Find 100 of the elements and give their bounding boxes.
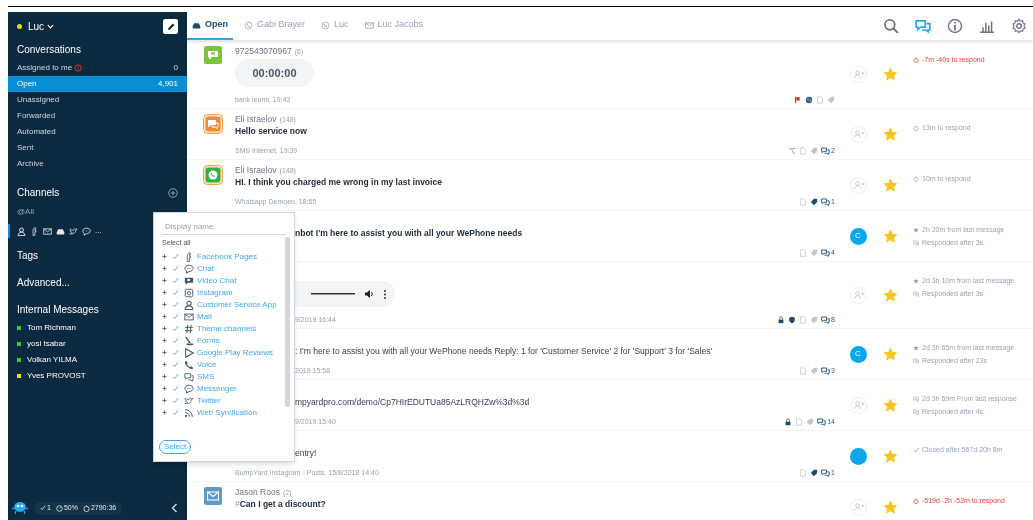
settings-icon[interactable] bbox=[1011, 18, 1027, 34]
section-heading: Internal Messages bbox=[17, 303, 99, 317]
tab[interactable]: Gabi Brayer bbox=[239, 12, 311, 40]
progress-line[interactable] bbox=[311, 292, 355, 296]
assign-user-icon[interactable] bbox=[849, 66, 867, 83]
plus-icon[interactable] bbox=[162, 386, 167, 391]
user-menu[interactable]: Luc bbox=[28, 19, 55, 34]
select-button[interactable]: Select bbox=[159, 440, 192, 454]
tab[interactable]: Luc Jacobs bbox=[359, 12, 429, 40]
user-name[interactable]: yosi tsabar bbox=[27, 338, 66, 350]
channel-option[interactable]: Forms bbox=[197, 334, 220, 347]
assign-user-icon[interactable] bbox=[849, 125, 867, 143]
star-icon[interactable] bbox=[883, 178, 897, 192]
star-icon[interactable] bbox=[883, 500, 897, 514]
nav-item[interactable]: Open 4,901 bbox=[8, 76, 187, 92]
star-icon[interactable] bbox=[883, 229, 897, 243]
info-icon[interactable] bbox=[947, 18, 963, 34]
assign-user-icon[interactable] bbox=[849, 498, 867, 516]
channel-option[interactable]: Theme channels bbox=[197, 322, 257, 335]
plus-icon[interactable] bbox=[162, 278, 167, 283]
check-icon[interactable] bbox=[172, 325, 179, 332]
star-icon[interactable] bbox=[883, 68, 897, 81]
bar-chart-icon[interactable] bbox=[979, 18, 995, 34]
edit-button[interactable] bbox=[163, 19, 178, 34]
plus-icon[interactable] bbox=[162, 266, 167, 271]
channel-filter[interactable]: @All bbox=[17, 206, 34, 218]
plus-icon[interactable] bbox=[162, 326, 167, 331]
check-icon[interactable] bbox=[172, 253, 179, 260]
plus-icon[interactable] bbox=[162, 398, 167, 403]
channel-option[interactable]: Messenger bbox=[197, 382, 237, 395]
check-icon[interactable] bbox=[172, 265, 179, 272]
channel-option[interactable]: Facebook Pages bbox=[197, 250, 258, 263]
star-icon[interactable] bbox=[883, 127, 897, 141]
user-name[interactable]: Yves PROVOST bbox=[27, 370, 86, 382]
chat-bubbles-icon[interactable] bbox=[915, 18, 931, 34]
channel-option[interactable]: SMS bbox=[197, 370, 215, 383]
plus-icon[interactable] bbox=[162, 338, 167, 343]
user-name[interactable]: Tom Richman bbox=[27, 322, 76, 334]
plus-icon[interactable] bbox=[162, 314, 167, 319]
plus-icon[interactable] bbox=[162, 290, 167, 295]
search-field[interactable]: Display name bbox=[162, 219, 286, 235]
check-icon[interactable] bbox=[172, 277, 179, 284]
check-icon[interactable] bbox=[172, 397, 179, 404]
assign-user-icon[interactable] bbox=[849, 286, 867, 304]
channel-option[interactable]: Video Chat bbox=[197, 274, 237, 287]
plus-icon[interactable] bbox=[162, 302, 167, 307]
star-icon[interactable] bbox=[883, 288, 897, 302]
check-icon[interactable] bbox=[172, 337, 179, 344]
nav-item[interactable]: Sent bbox=[8, 140, 187, 156]
assignee-avatar[interactable] bbox=[849, 447, 867, 465]
message-text: #Can I get a discount? bbox=[235, 498, 326, 511]
plus-icon[interactable] bbox=[162, 362, 167, 367]
check-icon[interactable] bbox=[172, 361, 179, 368]
timer-icon bbox=[913, 57, 919, 64]
channel-option[interactable]: Voice bbox=[197, 358, 217, 371]
star-icon[interactable] bbox=[883, 398, 897, 412]
channel-option[interactable]: Customer Service App bbox=[197, 298, 277, 311]
chat-bubble-icon bbox=[184, 383, 194, 394]
user-name[interactable]: Volkan YILMA bbox=[27, 354, 78, 366]
channel-option[interactable]: Chat bbox=[197, 262, 214, 275]
channel-option[interactable]: Twitter bbox=[197, 394, 221, 407]
tab[interactable]: Open bbox=[187, 12, 233, 40]
star-icon[interactable] bbox=[883, 347, 897, 361]
scrollbar-thumb[interactable] bbox=[285, 237, 290, 407]
section-heading[interactable]: Tags bbox=[17, 248, 39, 263]
section-heading[interactable]: Advanced... bbox=[17, 275, 70, 290]
star-icon[interactable] bbox=[883, 449, 897, 463]
channel-option[interactable]: Google Play Reviews bbox=[197, 346, 274, 359]
plus-circle-icon[interactable] bbox=[168, 187, 178, 198]
plus-icon[interactable] bbox=[162, 350, 167, 355]
search-icon[interactable] bbox=[883, 18, 899, 34]
assignee-avatar[interactable]: C bbox=[849, 345, 867, 363]
channel-option[interactable]: Web Syndication bbox=[197, 406, 257, 419]
plus-icon[interactable] bbox=[162, 254, 167, 259]
tab[interactable]: Luc bbox=[316, 12, 354, 40]
assign-user-icon[interactable] bbox=[849, 396, 867, 414]
check-icon[interactable] bbox=[172, 301, 179, 308]
nav-item[interactable]: Assigned to me 0 bbox=[8, 60, 187, 76]
assign-user-icon[interactable] bbox=[849, 176, 867, 194]
check-icon[interactable] bbox=[172, 289, 179, 296]
channel-option[interactable]: Mail bbox=[197, 310, 212, 323]
plus-icon[interactable] bbox=[162, 410, 167, 415]
check-icon[interactable] bbox=[172, 349, 179, 356]
document-icon bbox=[816, 96, 824, 104]
nav-item[interactable]: Unassigned bbox=[8, 92, 187, 108]
assignee-avatar[interactable]: C bbox=[849, 227, 867, 245]
chevron-left-icon[interactable] bbox=[171, 503, 178, 513]
check-icon[interactable] bbox=[172, 385, 179, 392]
check-icon[interactable] bbox=[172, 373, 179, 380]
volume-icon[interactable] bbox=[365, 290, 374, 298]
chat-bubble-icon bbox=[184, 263, 194, 274]
plus-icon[interactable] bbox=[162, 374, 167, 379]
check-icon[interactable] bbox=[172, 313, 179, 320]
nav-item[interactable]: Automated bbox=[8, 124, 187, 140]
channel-option[interactable]: Instagram bbox=[197, 286, 233, 299]
nav-item[interactable]: Forwarded bbox=[8, 108, 187, 124]
check-icon[interactable] bbox=[172, 409, 179, 416]
nav-item[interactable]: Archive bbox=[8, 156, 187, 172]
message-text: entry! bbox=[295, 447, 317, 460]
more-label[interactable]: ... bbox=[95, 225, 102, 237]
